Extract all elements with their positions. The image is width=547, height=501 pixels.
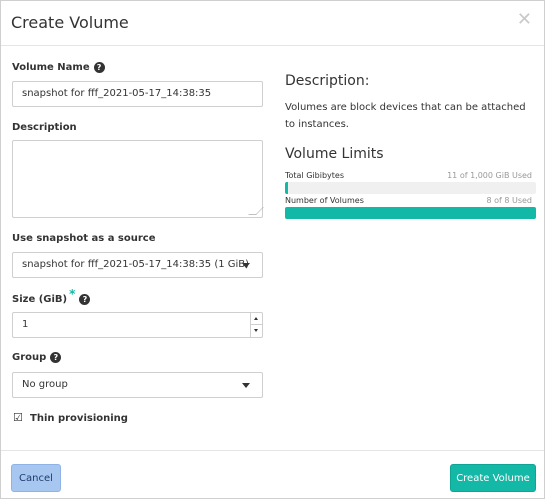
limit-used-text: 11 of 1,000 GiB Used — [447, 171, 532, 180]
source-selected-value: snapshot for fff_2021-05-17_14:38:35 (1 … — [22, 259, 250, 270]
description-text: Volumes are block devices that can be at… — [285, 102, 526, 130]
close-icon[interactable]: ✕ — [517, 9, 532, 30]
thin-provisioning-label: Thin provisioning — [30, 413, 128, 424]
volume-name-label-text: Volume Name — [12, 62, 90, 73]
help-icon[interactable]: ? — [79, 294, 91, 305]
description-label: Description — [12, 122, 77, 133]
description-heading: Description: — [285, 73, 370, 89]
chevron-down-icon — [242, 383, 250, 388]
thin-provisioning-checkbox[interactable]: ☑ — [13, 412, 23, 423]
description-textarea[interactable] — [12, 140, 264, 218]
limit-label: Number of Volumes — [285, 196, 364, 205]
stepper-buttons — [250, 313, 262, 337]
source-select[interactable]: snapshot for fff_2021-05-17_14:38:35 (1 … — [12, 252, 263, 278]
group-label-text: Group — [12, 352, 47, 363]
limit-label: Total Gibibytes — [285, 171, 344, 180]
progress-bar-fill — [285, 207, 536, 219]
volume-name-input[interactable]: snapshot for fff_2021-05-17_14:38:35 — [12, 81, 263, 107]
cancel-button[interactable]: Cancel — [11, 464, 61, 492]
help-icon[interactable]: ? — [93, 62, 105, 73]
progress-bar-fill — [285, 182, 288, 194]
dialog-title: Create Volume — [11, 13, 129, 32]
help-icon[interactable]: ? — [50, 352, 62, 363]
dialog-footer: Cancel Create Volume — [1, 450, 544, 500]
volume-name-label: Volume Name? — [12, 62, 105, 73]
source-label: Use snapshot as a source — [12, 233, 156, 244]
size-label-text: Size (GiB) — [12, 294, 68, 305]
limit-used-text: 8 of 8 Used — [486, 196, 532, 205]
volume-limits-heading: Volume Limits — [285, 146, 384, 162]
increment-arrow-icon[interactable] — [251, 313, 262, 325]
group-label: Group? — [12, 352, 62, 363]
group-selected-value: No group — [22, 379, 68, 390]
progress-bar — [285, 207, 536, 219]
required-marker: * — [69, 287, 76, 301]
chevron-down-icon — [242, 263, 250, 268]
decrement-arrow-icon[interactable] — [251, 325, 262, 337]
progress-bar — [285, 182, 536, 194]
dialog-header: Create Volume ✕ — [1, 1, 544, 46]
resize-handle-icon[interactable] — [248, 207, 264, 215]
size-value: 1 — [22, 319, 29, 330]
create-volume-button[interactable]: Create Volume — [450, 464, 536, 492]
size-label: Size (GiB) *? — [12, 287, 91, 305]
create-volume-dialog: Create Volume ✕ Volume Name? snapshot fo… — [0, 0, 545, 499]
size-stepper[interactable]: 1 — [12, 312, 263, 338]
group-select[interactable]: No group — [12, 372, 263, 398]
